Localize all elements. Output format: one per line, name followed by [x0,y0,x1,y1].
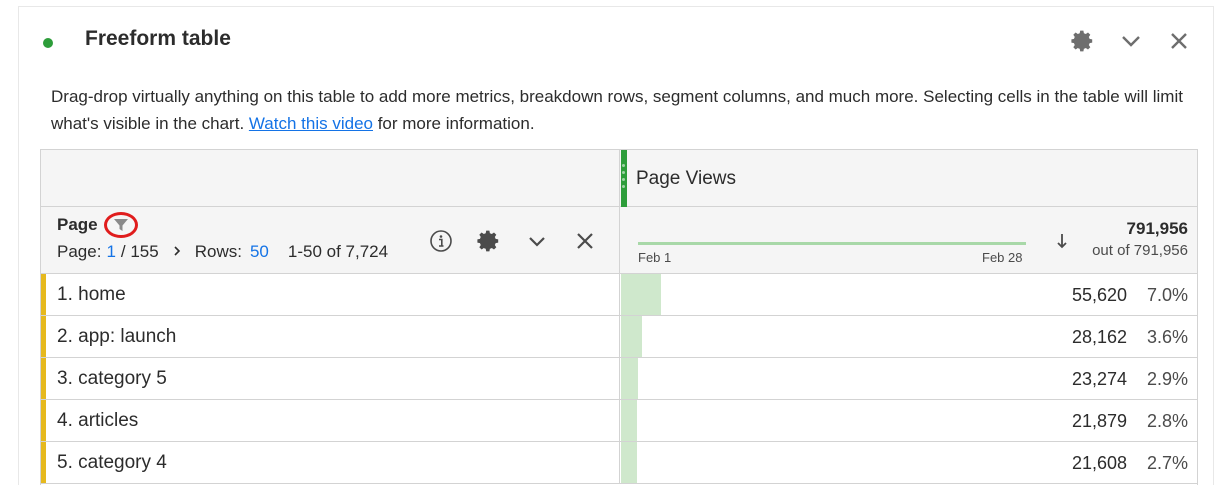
sparkline-end-label: Feb 28 [982,250,1023,265]
row-metric-percent: 7.0% [1146,285,1188,305]
gear-icon[interactable] [1069,27,1097,55]
metric-column-header[interactable]: Page Views [636,168,736,190]
gear-icon[interactable] [475,227,503,255]
row-color-marker [41,400,46,441]
table-row[interactable]: 2. app: launch 28,162 3.6% [41,316,1197,358]
row-color-marker [41,442,46,483]
column-divider [619,358,620,399]
row-metric-bar [621,274,661,315]
freeform-table-panel: Freeform table Drag-drop virtually anyth… [18,6,1214,485]
table-row[interactable]: 5. category 4 21,608 2.7% [41,442,1197,484]
row-metric-percent: 2.7% [1146,453,1188,473]
row-metric-bar [621,358,638,399]
row-metric-value[interactable]: 21,879 [1072,411,1127,432]
close-icon[interactable] [1165,27,1193,55]
panel-description: Drag-drop virtually anything on this tab… [51,83,1191,137]
column-divider [619,207,620,274]
metric-total-sub: out of 791,956 [1092,242,1188,259]
close-icon[interactable] [571,227,599,255]
description-text: Drag-drop virtually anything on this tab… [51,87,1183,133]
chevron-down-icon[interactable] [523,227,551,255]
row-color-marker [41,316,46,357]
table-body: 1. home 55,620 7.0% 2. app: launch 28,162 3.6… [41,274,1197,484]
rows-label: Rows: [194,242,242,261]
rows-per-page-select[interactable]: 50 [250,242,269,262]
chevron-down-icon[interactable] [1117,27,1145,55]
row-color-marker [41,358,46,399]
row-dimension-value[interactable]: 1. home [57,284,126,306]
page-total: / 155 [120,242,159,261]
row-metric-value[interactable]: 55,620 [1072,285,1127,306]
dimension-header-row: Page Page: 1 / 155 Rows: 50 1-50 of 7,72… [41,207,1197,274]
info-icon[interactable] [427,227,455,255]
row-dimension-value[interactable]: 2. app: launch [57,326,176,348]
sparkline [638,242,1026,245]
sparkline-start-label: Feb 1 [638,250,672,265]
column-divider [619,400,620,441]
table-row[interactable]: 1. home 55,620 7.0% [41,274,1197,316]
metric-header-row: Page Views [41,150,1197,207]
row-metric-bar [621,316,642,357]
table-row[interactable]: 3. category 5 23,274 2.9% [41,358,1197,400]
row-color-marker [41,274,46,315]
row-metric-percent: 2.8% [1146,411,1188,431]
row-dimension-value[interactable]: 4. articles [57,410,138,432]
dimension-title[interactable]: Page [57,215,98,235]
page-label: Page: [57,242,102,261]
metric-total: 791,956 [1126,219,1188,238]
column-divider [619,274,620,315]
sort-arrow-icon[interactable] [1055,231,1069,251]
row-metric-value[interactable]: 21,608 [1072,453,1127,474]
table-row[interactable]: 4. articles 21,879 2.8% [41,400,1197,442]
row-dimension-value[interactable]: 3. category 5 [57,368,167,390]
freeform-table: Page Views Page Page: 1 / 155 Rows: 50 1… [40,149,1198,485]
metric-drag-handle[interactable] [621,150,627,207]
dimension-header-icons [427,227,599,255]
panel-title: Freeform table [85,27,231,50]
row-metric-value[interactable]: 23,274 [1072,369,1127,390]
next-page-icon[interactable] [173,242,181,262]
page-current-input[interactable]: 1 [106,242,115,262]
filter-icon[interactable] [104,212,138,238]
panel-header-icons [1069,27,1193,55]
description-text-after: for more information. [372,114,535,133]
pagination: Page: 1 / 155 Rows: 50 1-50 of 7,724 [57,242,388,262]
panel-header: Freeform table [19,7,1213,77]
row-metric-bar [621,400,637,441]
row-metric-value[interactable]: 28,162 [1072,327,1127,348]
row-metric-bar [621,442,637,483]
row-metric-percent: 3.6% [1146,327,1188,347]
column-divider [619,150,620,207]
row-range: 1-50 of 7,724 [287,242,389,261]
row-metric-percent: 2.9% [1146,369,1188,389]
watch-video-link[interactable]: Watch this video [249,114,373,133]
status-dot [43,38,53,48]
row-dimension-value[interactable]: 5. category 4 [57,452,167,474]
column-divider [619,442,620,483]
column-divider [619,316,620,357]
